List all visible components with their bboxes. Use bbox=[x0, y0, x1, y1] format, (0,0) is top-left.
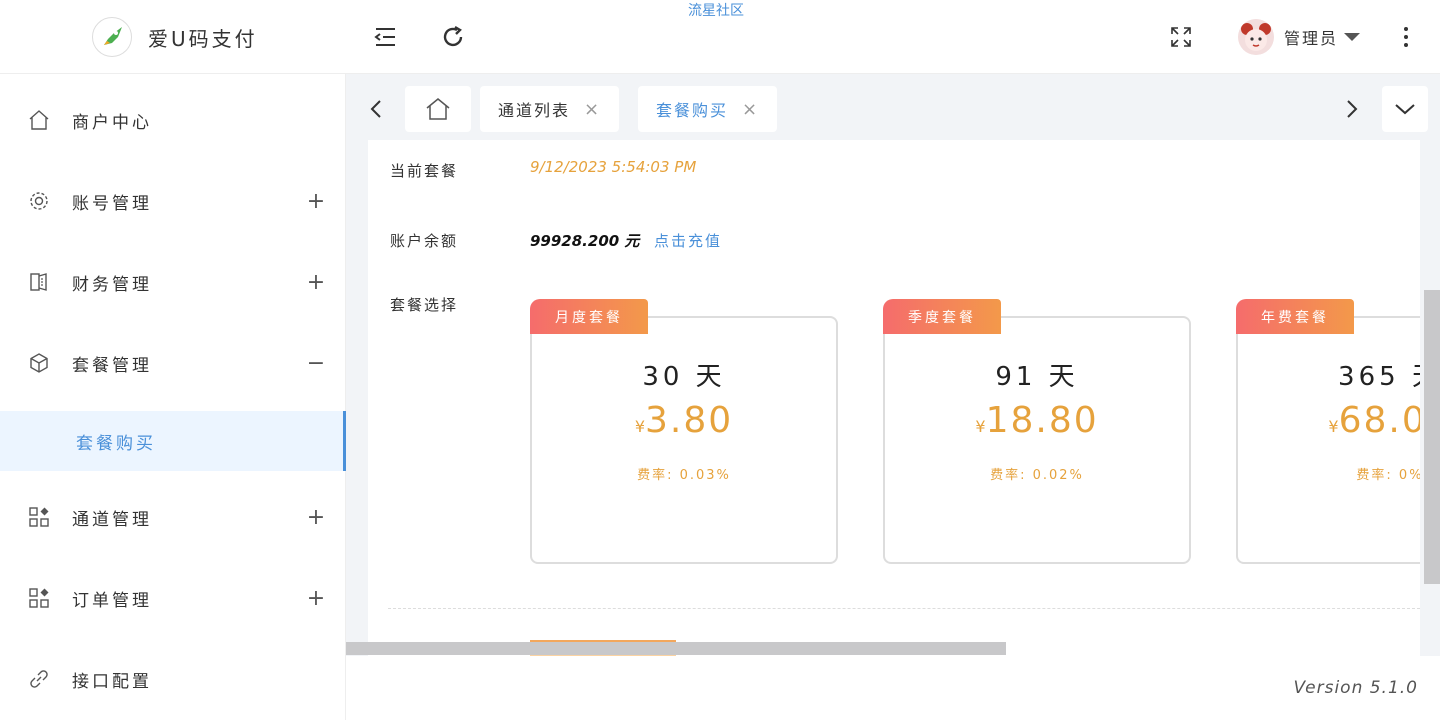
horizontal-scrollbar[interactable] bbox=[346, 642, 1006, 655]
package-badge: 月度套餐 bbox=[530, 299, 648, 334]
sidebar-item-label: 财务管理 bbox=[72, 274, 152, 295]
sidebar-subitem-package-buy[interactable]: 套餐购买 bbox=[0, 411, 346, 471]
home-icon bbox=[426, 98, 450, 120]
tab-label: 套餐购买 bbox=[656, 101, 729, 120]
community-link[interactable]: 流星社区 bbox=[688, 0, 744, 20]
sidebar-item-channel[interactable]: 通道管理 + bbox=[0, 487, 346, 547]
balance-label: 账户余额 bbox=[390, 232, 459, 250]
gear-icon bbox=[28, 190, 50, 212]
package-price: ¥3.80 bbox=[634, 400, 734, 441]
sidebar-item-api-config[interactable]: 接口配置 bbox=[0, 649, 346, 709]
refresh-icon bbox=[443, 25, 463, 47]
top-header: 爱U码支付 流星社区 管理员 bbox=[0, 0, 1440, 74]
finance-icon bbox=[28, 271, 50, 293]
app-name: 爱U码支付 bbox=[148, 26, 258, 51]
expand-icon: + bbox=[306, 504, 326, 530]
tab-home[interactable] bbox=[405, 86, 471, 132]
balance-value: 99928.200 元 bbox=[530, 232, 640, 250]
tab-bar: 通道列表 × 套餐购买 × bbox=[346, 74, 1440, 140]
package-badge: 年费套餐 bbox=[1236, 299, 1354, 334]
avatar bbox=[1238, 19, 1274, 55]
user-menu[interactable]: 管理员 bbox=[1238, 19, 1361, 55]
tab-package-buy[interactable]: 套餐购买 × bbox=[638, 86, 778, 132]
fullscreen-icon bbox=[1171, 27, 1191, 47]
package-badge: 季度套餐 bbox=[883, 299, 1001, 334]
main-area: 通道列表 × 套餐购买 × 当前套餐 9/12/2023 5:54:03 PM … bbox=[346, 74, 1440, 656]
package-rate: 费率: 0.02% bbox=[990, 468, 1084, 483]
grid-icon bbox=[28, 506, 50, 528]
package-days: 30 天 bbox=[642, 362, 726, 392]
fullscreen-button[interactable] bbox=[1168, 24, 1194, 50]
package-card: 当前套餐 9/12/2023 5:54:03 PM 账户余额 99928.200… bbox=[368, 140, 1420, 656]
sidebar-item-account[interactable]: 账号管理 + bbox=[0, 171, 346, 231]
outdent-icon bbox=[374, 28, 395, 46]
package-rate: 费率: 0% bbox=[1356, 468, 1420, 483]
app-logo[interactable]: 爱U码支付 bbox=[92, 17, 258, 57]
link-icon bbox=[28, 668, 50, 690]
expand-icon: + bbox=[306, 585, 326, 611]
package-price: ¥18.80 bbox=[975, 400, 1099, 441]
sidebar-item-label: 套餐管理 bbox=[72, 355, 152, 376]
tab-label: 通道列表 bbox=[498, 101, 571, 120]
tab-scroll-right-button[interactable] bbox=[1334, 86, 1370, 132]
cube-icon bbox=[28, 352, 50, 374]
chevron-right-icon bbox=[1347, 100, 1358, 118]
current-package-value: 9/12/2023 5:54:03 PM bbox=[530, 158, 697, 176]
package-option-monthly[interactable]: 月度套餐 30 天 ¥3.80 费率: 0.03% bbox=[530, 299, 838, 564]
footer: Version 5.1.0 bbox=[346, 656, 1440, 720]
package-days: 365 天 bbox=[1338, 362, 1420, 392]
user-name: 管理员 bbox=[1284, 29, 1339, 48]
sidebar-item-label: 接口配置 bbox=[72, 671, 152, 692]
collapse-menu-button[interactable] bbox=[372, 24, 398, 50]
sidebar-item-package[interactable]: 套餐管理 − bbox=[0, 333, 346, 393]
chevron-down-icon bbox=[1395, 104, 1415, 115]
sidebar-item-label: 商户中心 bbox=[72, 112, 152, 133]
expand-icon: + bbox=[306, 188, 326, 214]
version-text: Version 5.1.0 bbox=[1293, 678, 1418, 698]
sidebar-item-finance[interactable]: 财务管理 + bbox=[0, 252, 346, 312]
grid-icon bbox=[28, 587, 50, 609]
sidebar: 商户中心 账号管理 + 财务管理 + 套餐管理 − 套餐购买 通道管理 + 订单… bbox=[0, 74, 346, 720]
current-package-label: 当前套餐 bbox=[390, 162, 459, 180]
divider bbox=[388, 608, 1420, 609]
more-button[interactable] bbox=[1393, 24, 1419, 50]
package-rate: 费率: 0.03% bbox=[637, 468, 731, 483]
rocket-logo-icon bbox=[92, 17, 132, 57]
chevron-down-icon bbox=[1344, 33, 1361, 41]
chevron-left-icon bbox=[370, 100, 381, 118]
recharge-link[interactable]: 点击充值 bbox=[654, 230, 722, 251]
refresh-button[interactable] bbox=[440, 24, 466, 50]
collapse-icon: − bbox=[306, 350, 326, 376]
close-icon[interactable]: × bbox=[742, 99, 759, 120]
package-price: ¥68.00 bbox=[1328, 400, 1420, 441]
sidebar-item-merchant-center[interactable]: 商户中心 bbox=[0, 90, 346, 150]
package-days: 91 天 bbox=[995, 362, 1079, 392]
expand-icon: + bbox=[306, 269, 326, 295]
tab-channel-list[interactable]: 通道列表 × bbox=[480, 86, 620, 132]
vertical-scrollbar[interactable] bbox=[1424, 290, 1440, 584]
sidebar-item-label: 订单管理 bbox=[72, 590, 152, 611]
more-vertical-icon bbox=[1404, 27, 1408, 47]
sidebar-item-label: 通道管理 bbox=[72, 509, 152, 530]
package-option-yearly[interactable]: 年费套餐 365 天 ¥68.00 费率: 0% bbox=[1236, 299, 1420, 564]
close-icon[interactable]: × bbox=[584, 99, 601, 120]
package-option-quarterly[interactable]: 季度套餐 91 天 ¥18.80 费率: 0.02% bbox=[883, 299, 1191, 564]
tab-menu-button[interactable] bbox=[1382, 86, 1428, 132]
tab-scroll-left-button[interactable] bbox=[358, 86, 394, 132]
sidebar-item-label: 账号管理 bbox=[72, 193, 152, 214]
choose-package-label: 套餐选择 bbox=[390, 296, 459, 314]
home-icon bbox=[28, 109, 50, 131]
sidebar-item-order[interactable]: 订单管理 + bbox=[0, 568, 346, 628]
sidebar-item-label: 套餐购买 bbox=[76, 433, 156, 454]
